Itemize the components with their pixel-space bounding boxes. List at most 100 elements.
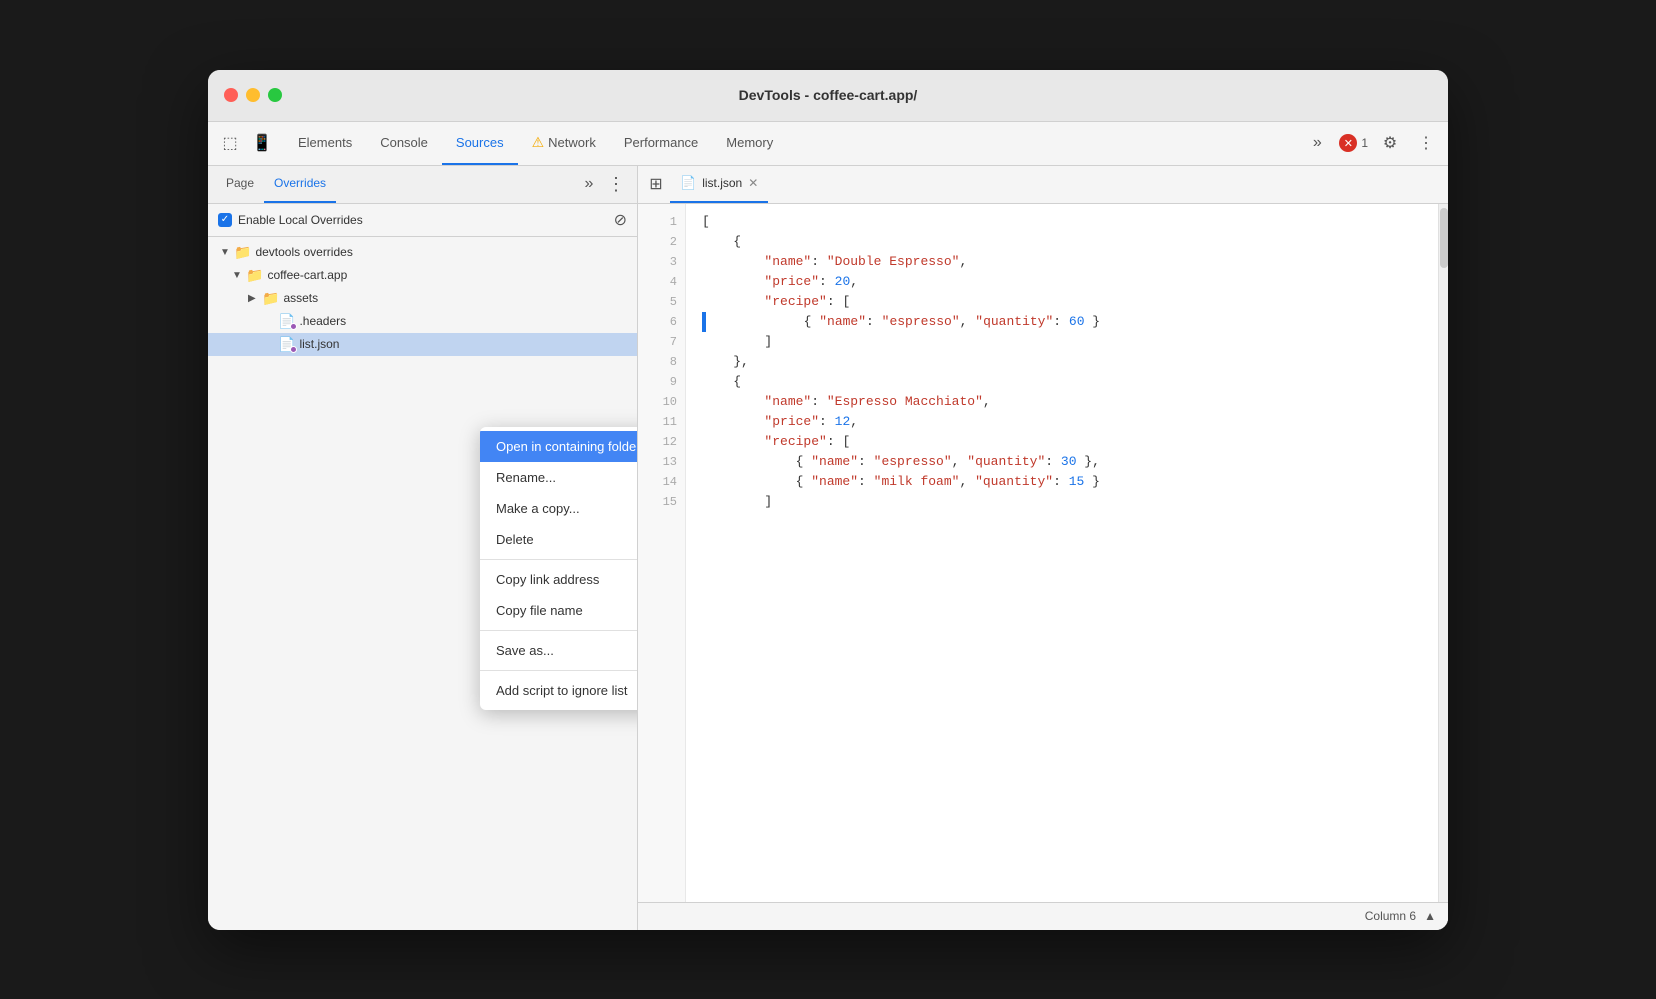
code-line-15: ]	[702, 492, 1422, 512]
code-line-2: {	[702, 232, 1422, 252]
arrow-icon: ▶	[248, 293, 262, 304]
tab-right-icons: » ✕ 1 ⚙ ⋮	[1303, 129, 1440, 157]
line-num-7: 7	[670, 332, 677, 352]
status-bar: Column 6 ▲	[638, 902, 1448, 930]
line-num-4: 4	[670, 272, 677, 292]
ctx-copy-link[interactable]: Copy link address	[480, 564, 637, 595]
line-num-2: 2	[670, 232, 677, 252]
ctx-save-as[interactable]: Save as...	[480, 635, 637, 666]
ctx-ignore[interactable]: Add script to ignore list	[480, 675, 637, 706]
error-count: 1	[1361, 136, 1368, 150]
code-line-3: "name": "Double Espresso",	[702, 252, 1422, 272]
warning-icon: ⚠	[532, 134, 545, 151]
scrollbar[interactable]	[1438, 204, 1448, 902]
inspect-icon[interactable]: 📱	[248, 129, 276, 157]
settings-icon[interactable]: ⚙	[1376, 129, 1404, 157]
context-menu-divider-2	[480, 630, 637, 631]
status-icon[interactable]: ▲	[1424, 909, 1436, 923]
override-badge	[290, 323, 297, 330]
line-mark	[702, 312, 706, 332]
line-num-8: 8	[670, 352, 677, 372]
file-with-dot: 📄	[278, 336, 295, 353]
column-indicator: Column 6	[1365, 909, 1416, 923]
minimize-button[interactable]	[246, 88, 260, 102]
line-num-9: 9	[670, 372, 677, 392]
code-line-7: ]	[702, 332, 1422, 352]
line-numbers: 1 2 3 4 5 6 7 8 9 10 11 12 13 14 15	[638, 204, 686, 902]
code-line-11: "price": 12,	[702, 412, 1422, 432]
tab-performance[interactable]: Performance	[610, 121, 712, 165]
code-line-13: { "name": "espresso", "quantity": 30 },	[702, 452, 1422, 472]
devtools-tabs: ⬚ 📱 Elements Console Sources ⚠ Network P…	[208, 122, 1448, 166]
more-panels-icon[interactable]: »	[575, 170, 603, 198]
tree-item-devtools-overrides[interactable]: ▼ 📁 devtools overrides	[208, 241, 637, 264]
context-menu-divider	[480, 559, 637, 560]
line-num-14: 14	[663, 472, 677, 492]
folder-icon: 📁	[234, 244, 251, 261]
menu-icon[interactable]: ⋮	[1412, 129, 1440, 157]
window-title: DevTools - coffee-cart.app/	[739, 87, 918, 103]
code-line-9: {	[702, 372, 1422, 392]
context-menu: Open in containing folder Rename... Make…	[480, 427, 637, 710]
tab-page[interactable]: Page	[216, 166, 264, 204]
tab-network[interactable]: ⚠ Network	[518, 121, 610, 165]
line-num-3: 3	[670, 252, 677, 272]
ctx-copy[interactable]: Make a copy...	[480, 493, 637, 524]
folder-icon: 📁	[246, 267, 263, 284]
more-tabs-icon[interactable]: »	[1303, 129, 1331, 157]
right-panel: ⊞ 📄 list.json ✕ 1 2 3 4 5 6 7 8	[638, 166, 1448, 930]
overrides-toolbar: ✓ Enable Local Overrides ⊘	[208, 204, 637, 237]
line-num-12: 12	[663, 432, 677, 452]
tree-item-list-json[interactable]: 📄 list.json	[208, 333, 637, 356]
tree-item-coffee-cart[interactable]: ▼ 📁 coffee-cart.app	[208, 264, 637, 287]
devtools-icons: ⬚ 📱	[216, 129, 276, 157]
select-tool-icon[interactable]: ⬚	[216, 129, 244, 157]
panel-dots-icon[interactable]: ⋮	[603, 174, 629, 195]
editor-tabs: ⊞ 📄 list.json ✕	[638, 166, 1448, 204]
block-icon[interactable]: ⊘	[614, 210, 627, 230]
code-line-12: "recipe": [	[702, 432, 1422, 452]
ctx-copy-filename[interactable]: Copy file name	[480, 595, 637, 626]
arrow-icon: ▼	[232, 270, 246, 281]
tab-memory[interactable]: Memory	[712, 121, 787, 165]
maximize-button[interactable]	[268, 88, 282, 102]
code-line-1: [	[702, 212, 1422, 232]
code-line-5: "recipe": [	[702, 292, 1422, 312]
file-tree: ▼ 📁 devtools overrides ▼ 📁 coffee-cart.a…	[208, 237, 637, 930]
code-content[interactable]: [ { "name": "Double Espresso", "price": …	[686, 204, 1438, 902]
close-button[interactable]	[224, 88, 238, 102]
scrollbar-thumb[interactable]	[1440, 208, 1448, 268]
code-line-8: },	[702, 352, 1422, 372]
error-badge: ✕	[1339, 134, 1357, 152]
tree-item-headers[interactable]: 📄 .headers	[208, 310, 637, 333]
tab-overrides[interactable]: Overrides	[264, 166, 336, 204]
tab-elements[interactable]: Elements	[284, 121, 366, 165]
enable-overrides-label: Enable Local Overrides	[238, 213, 363, 227]
enable-overrides-checkbox[interactable]: ✓ Enable Local Overrides	[218, 213, 363, 227]
code-line-14: { "name": "milk foam", "quantity": 15 }	[702, 472, 1422, 492]
context-menu-divider-3	[480, 670, 637, 671]
traffic-lights	[224, 88, 282, 102]
tab-sources[interactable]: Sources	[442, 121, 518, 165]
ctx-rename[interactable]: Rename...	[480, 462, 637, 493]
code-line-6: { "name": "espresso", "quantity": 60 }	[702, 312, 1422, 332]
editor-file-tab[interactable]: 📄 list.json ✕	[670, 166, 768, 204]
error-indicator: ✕ 1	[1339, 134, 1368, 152]
line-num-13: 13	[663, 452, 677, 472]
tab-console[interactable]: Console	[366, 121, 442, 165]
close-tab-icon[interactable]: ✕	[748, 176, 758, 190]
line-num-10: 10	[663, 392, 677, 412]
title-bar: DevTools - coffee-cart.app/	[208, 70, 1448, 122]
main-content: Page Overrides » ⋮ ✓ Enable Local Overri…	[208, 166, 1448, 930]
panel-tabs: Page Overrides » ⋮	[208, 166, 637, 204]
editor-file-name: list.json	[702, 176, 742, 190]
checkbox-icon: ✓	[218, 213, 232, 227]
line-num-1: 1	[670, 212, 677, 232]
file-with-dot: 📄	[278, 313, 295, 330]
file-icon: 📄	[680, 175, 696, 191]
tree-item-assets[interactable]: ▶ 📁 assets	[208, 287, 637, 310]
ctx-delete[interactable]: Delete	[480, 524, 637, 555]
editor-tab-nav-icon[interactable]: ⊞	[642, 170, 670, 198]
ctx-open-folder[interactable]: Open in containing folder	[480, 431, 637, 462]
folder-icon: 📁	[262, 290, 279, 307]
